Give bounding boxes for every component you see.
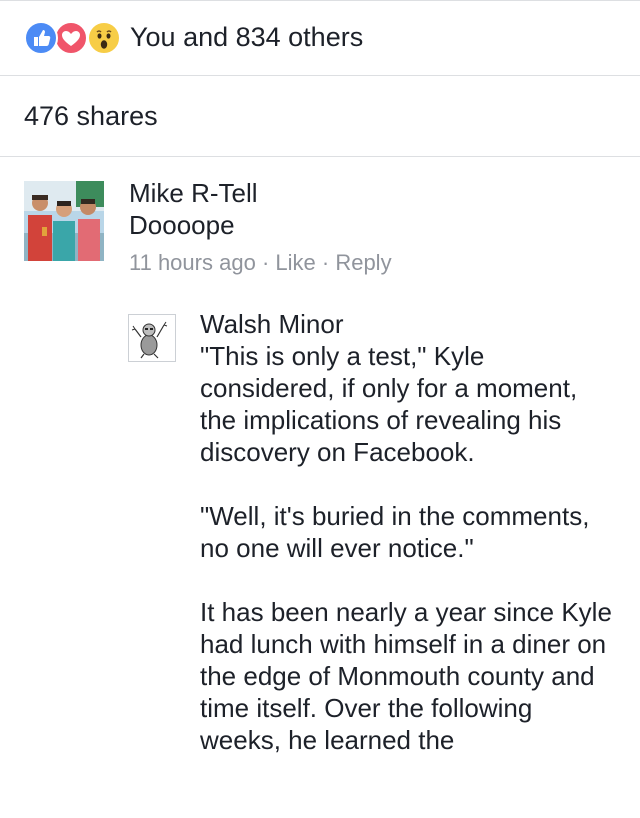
shares-count[interactable]: 476 shares (24, 100, 158, 132)
avatar[interactable] (128, 314, 176, 362)
meta-separator: · (321, 250, 330, 275)
wow-icon (87, 21, 121, 55)
reactions-summary[interactable]: You and 834 others (130, 21, 363, 53)
comment-meta: 11 hours ago · Like · Reply (129, 248, 392, 278)
comment-text: Doooope (129, 210, 235, 240)
meta-separator: · (261, 250, 270, 275)
shares-bar[interactable]: 476 shares (0, 76, 640, 157)
comment-author[interactable]: Mike R-Tell (129, 177, 258, 209)
reply-paragraph: It has been nearly a year since Kyle had… (200, 597, 612, 755)
comment-timestamp[interactable]: 11 hours ago (129, 250, 256, 275)
reply-author[interactable]: Walsh Minor (200, 308, 344, 340)
reply-paragraph: "Well, it's buried in the comments, no o… (200, 501, 590, 563)
reply-link[interactable]: Reply (335, 250, 391, 275)
avatar[interactable] (24, 181, 104, 261)
like-link[interactable]: Like (275, 250, 315, 275)
reactions-bar[interactable]: You and 834 others (0, 1, 640, 76)
like-icon (24, 21, 58, 55)
reply-paragraph: "This is only a test," Kyle considered, … (200, 341, 578, 467)
reply-text: "This is only a test," Kyle considered, … (200, 340, 620, 788)
love-icon (54, 21, 88, 55)
reaction-icons[interactable] (24, 21, 124, 55)
